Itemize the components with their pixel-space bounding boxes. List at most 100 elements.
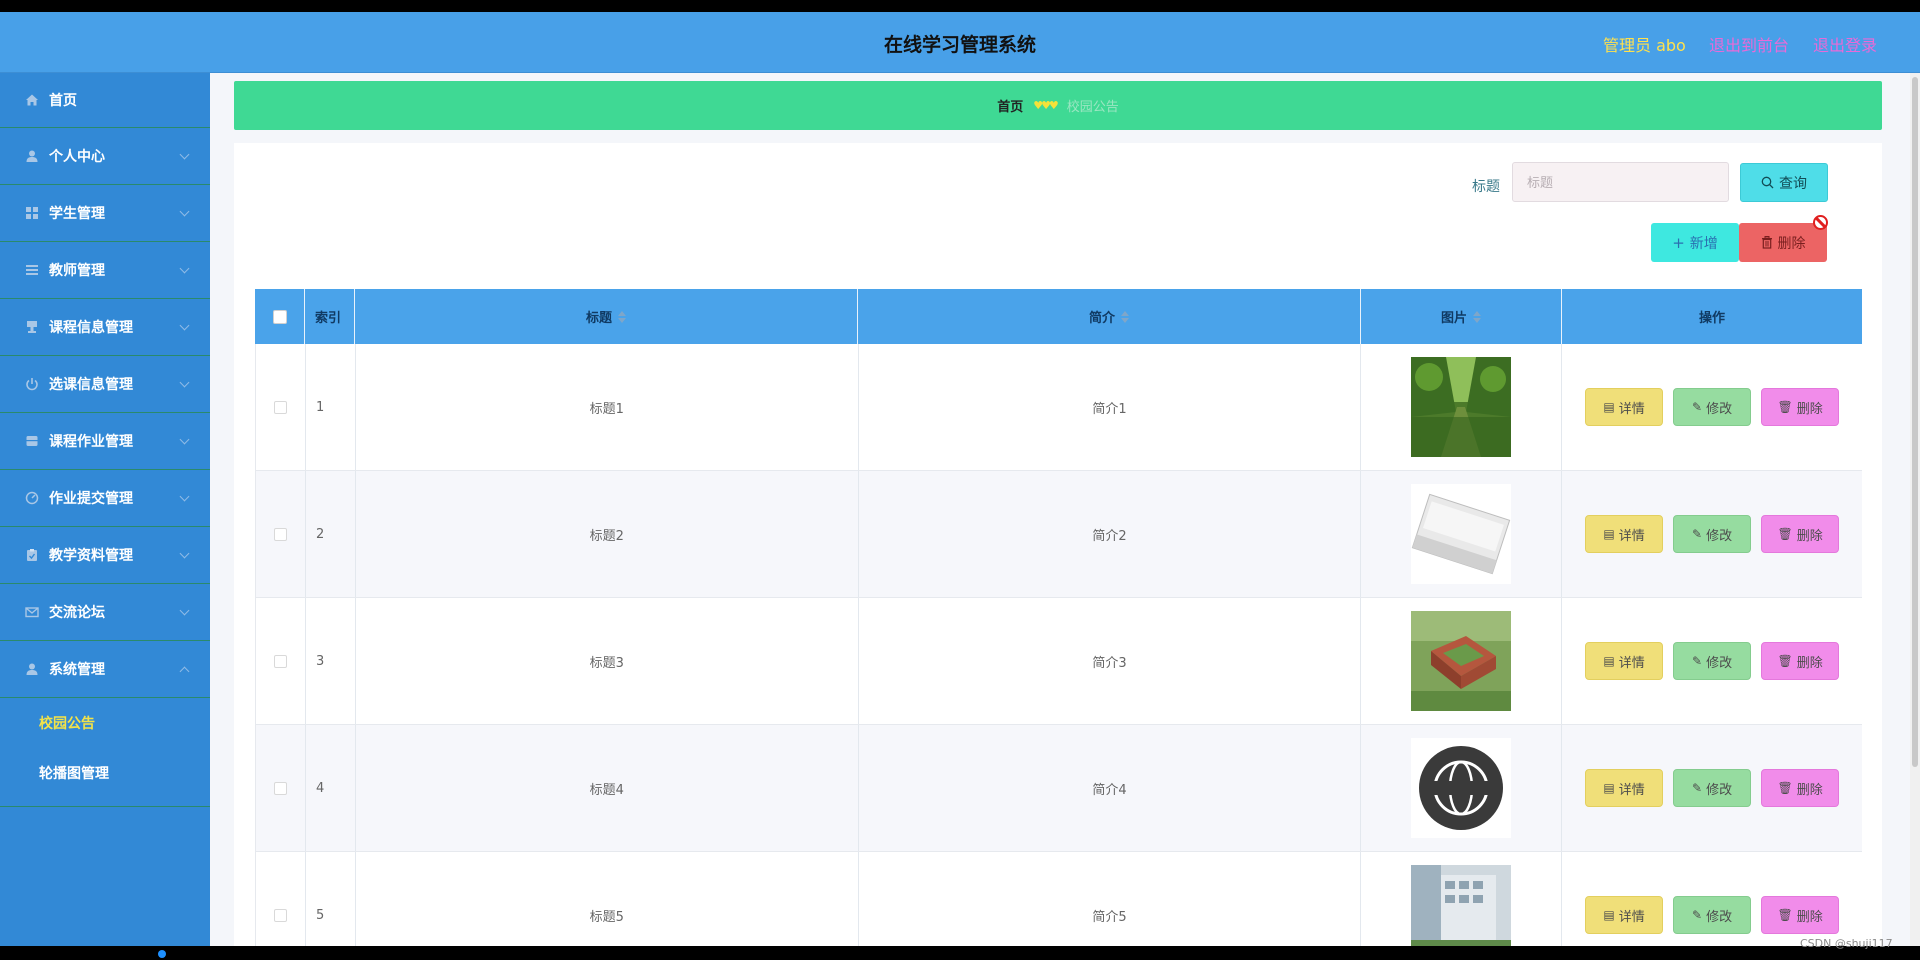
- detail-button[interactable]: ▤ 详情: [1585, 642, 1664, 680]
- row-title: 标题1: [356, 344, 859, 470]
- sidebar-item-course-selection[interactable]: 选课信息管理: [0, 356, 210, 413]
- row-checkbox[interactable]: [273, 908, 287, 922]
- sidebar-item-label: 选课信息管理: [49, 377, 133, 393]
- query-button-label: 查询: [1779, 175, 1807, 192]
- trash-icon: 🗑: [1777, 908, 1793, 922]
- vertical-scrollbar[interactable]: [1910, 73, 1920, 946]
- sidebar: 首页 个人中心 学生管理 教师管理 课程信息管理 选课信息管理 课程作业管理 作…: [0, 73, 210, 946]
- sidebar-item-label: 课程信息管理: [49, 320, 133, 336]
- chevron-down-icon: [179, 377, 190, 388]
- table-row: 1 标题1 简介1 ▤ 详情 ✎ 修改 🗑 删除: [255, 344, 1862, 471]
- detail-label: 详情: [1618, 655, 1645, 671]
- sidebar-item-system-management[interactable]: 系统管理: [0, 641, 210, 698]
- sidebar-item-label: 教师管理: [49, 263, 105, 279]
- header-image-label: 图片: [1440, 311, 1467, 326]
- sidebar-item-teachers[interactable]: 教师管理: [0, 242, 210, 299]
- detail-button[interactable]: ▤ 详情: [1585, 896, 1664, 934]
- back-to-front-link[interactable]: 退出到前台: [1709, 32, 1789, 56]
- edit-button[interactable]: ✎ 修改: [1673, 388, 1752, 426]
- row-desc: 简介2: [859, 471, 1362, 597]
- sidebar-item-label: 首页: [49, 93, 77, 109]
- table-row: 2 标题2 简介2 ▤ 详情 ✎ 修改 🗑 删除: [255, 471, 1862, 598]
- sidebar-item-submissions[interactable]: 作业提交管理: [0, 470, 210, 527]
- delete-button[interactable]: 🗑 删除: [1761, 642, 1840, 680]
- chevron-down-icon: [179, 434, 190, 445]
- edit-button[interactable]: ✎ 修改: [1673, 515, 1752, 553]
- row-index: 5: [306, 852, 356, 946]
- sidebar-item-label: 课程作业管理: [49, 434, 133, 450]
- edit-label: 修改: [1706, 782, 1733, 798]
- edit-button[interactable]: ✎ 修改: [1673, 642, 1752, 680]
- sidebar-item-teaching-materials[interactable]: 教学资料管理: [0, 527, 210, 584]
- row-checkbox[interactable]: [273, 654, 287, 668]
- row-checkbox[interactable]: [273, 781, 287, 795]
- chevron-up-icon: [179, 666, 190, 677]
- trash-icon: 🗑: [1777, 400, 1793, 414]
- breadcrumb-current: 校园公告: [1066, 100, 1119, 115]
- breadcrumb-separator: ♥♥♥: [1033, 99, 1059, 112]
- user-icon: [24, 148, 40, 164]
- delete-button[interactable]: 🗑 删除: [1761, 515, 1840, 553]
- detail-button[interactable]: ▤ 详情: [1585, 388, 1664, 426]
- query-button[interactable]: 查询: [1740, 163, 1828, 202]
- edit-button[interactable]: ✎ 修改: [1673, 896, 1752, 934]
- row-index: 1: [306, 344, 356, 470]
- header-index: 索引: [305, 289, 355, 344]
- admin-label: 管理员 abo: [1603, 36, 1686, 55]
- trash-icon: 🗑: [1777, 781, 1793, 795]
- row-thumbnail-news-newspaper[interactable]: [1411, 484, 1512, 584]
- delete-button[interactable]: 🗑 删除: [1761, 388, 1840, 426]
- logout-link[interactable]: 退出登录: [1813, 32, 1877, 56]
- sidebar-item-personal-center[interactable]: 个人中心: [0, 128, 210, 185]
- table-row: 3 标题3 简介3 ▤ 详情 ✎ 修改 🗑 删除: [255, 598, 1862, 725]
- sort-icon[interactable]: [618, 310, 626, 323]
- select-all-checkbox[interactable]: [272, 309, 287, 324]
- row-thumbnail-modern-building[interactable]: [1411, 865, 1512, 946]
- header-image[interactable]: 图片: [1361, 289, 1562, 344]
- trash-icon: [1761, 236, 1773, 249]
- cup-icon: [24, 319, 40, 335]
- row-checkbox[interactable]: [273, 400, 287, 414]
- row-checkbox[interactable]: [273, 527, 287, 541]
- sidebar-subitem-campus-notice[interactable]: 校园公告: [0, 698, 210, 748]
- delete-label: 删除: [1796, 655, 1823, 671]
- document-icon: ▤: [1603, 400, 1615, 414]
- chevron-down-icon: [179, 149, 190, 160]
- sidebar-item-homework[interactable]: 课程作业管理: [0, 413, 210, 470]
- header-desc-label: 简介: [1088, 311, 1115, 326]
- sidebar-item-students[interactable]: 学生管理: [0, 185, 210, 242]
- delete-button[interactable]: 🗑 删除: [1761, 769, 1840, 807]
- detail-button[interactable]: ▤ 详情: [1585, 515, 1664, 553]
- batch-delete-button[interactable]: 删除: [1739, 223, 1827, 262]
- plus-icon: +: [1672, 233, 1685, 252]
- add-button[interactable]: + 新增: [1651, 223, 1739, 262]
- delete-button[interactable]: 🗑 删除: [1761, 896, 1840, 934]
- sort-icon[interactable]: [1121, 310, 1129, 323]
- breadcrumb: 首页 ♥♥♥ 校园公告: [234, 81, 1882, 130]
- search-input[interactable]: [1512, 162, 1729, 202]
- sidebar-item-home[interactable]: 首页: [0, 73, 210, 128]
- row-title: 标题3: [356, 598, 859, 724]
- edit-button[interactable]: ✎ 修改: [1673, 769, 1752, 807]
- header-desc[interactable]: 简介: [858, 289, 1361, 344]
- breadcrumb-home[interactable]: 首页: [997, 96, 1023, 115]
- row-thumbnail-news-globe-badge[interactable]: [1411, 738, 1512, 838]
- row-thumbnail-tree-lined-path[interactable]: [1411, 357, 1512, 457]
- home-icon: [24, 92, 40, 108]
- sidebar-item-course-info[interactable]: 课程信息管理: [0, 299, 210, 356]
- row-thumbnail-campus-aerial[interactable]: [1411, 611, 1512, 711]
- detail-button[interactable]: ▤ 详情: [1585, 769, 1664, 807]
- row-index: 2: [306, 471, 356, 597]
- user-icon: [24, 661, 40, 677]
- sort-icon[interactable]: [1473, 310, 1481, 323]
- sidebar-subitem-carousel[interactable]: 轮播图管理: [0, 748, 210, 798]
- header-select-all[interactable]: [255, 289, 305, 344]
- pencil-icon: ✎: [1692, 781, 1703, 795]
- sidebar-item-forum[interactable]: 交流论坛: [0, 584, 210, 641]
- pencil-icon: ✎: [1692, 400, 1703, 414]
- header-title[interactable]: 标题: [355, 289, 858, 344]
- row-desc: 简介4: [859, 725, 1362, 851]
- sidebar-item-label: 个人中心: [49, 149, 105, 165]
- app-window: 在线学习管理系统 管理员 abo 退出到前台 退出登录 首页 个人中心 学生管理: [0, 12, 1920, 946]
- scrollbar-thumb[interactable]: [1912, 77, 1918, 767]
